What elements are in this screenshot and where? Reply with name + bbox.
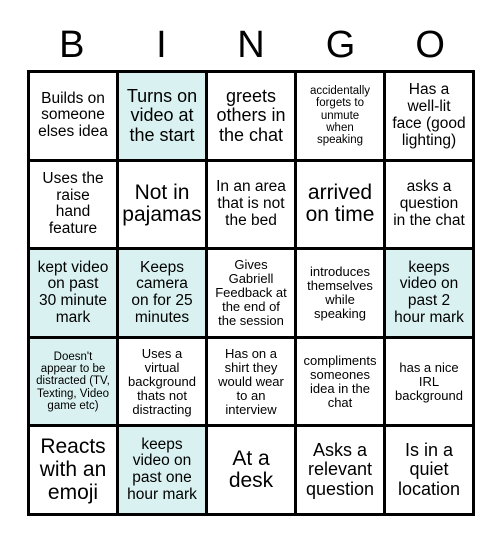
bingo-cell[interactable]: At a desk (208, 427, 297, 516)
bingo-cell-label: Uses a virtual background thats not dist… (128, 345, 196, 417)
bingo-cell-label: Uses the raise hand feature (42, 169, 104, 238)
bingo-cell-label: greets others in the chat (216, 85, 286, 145)
bingo-cell-label: Is in a quiet location (397, 440, 461, 499)
bingo-cell[interactable]: accidentally forgets to unmute when spea… (297, 73, 386, 162)
bingo-cell[interactable]: Gives Gabriell Feedback at the end of th… (208, 250, 297, 339)
bingo-cell[interactable]: asks a question in the chat (386, 161, 475, 251)
bingo-cell-label: accidentally forgets to unmute when spea… (309, 84, 371, 147)
bingo-cell[interactable]: Not in pajamas (119, 161, 208, 251)
bingo-cell-label: In an area that is not the bed (216, 178, 286, 229)
bingo-card: B I N G O Builds on someone elses idea Tu… (0, 0, 501, 544)
bingo-cell[interactable]: Asks a relevant question (297, 427, 386, 516)
bingo-cell[interactable]: Doesn't appear to be distracted (TV, Tex… (30, 338, 119, 428)
bingo-cell[interactable]: Uses a virtual background thats not dist… (119, 338, 208, 428)
bingo-cell-label: Builds on someone elses idea (38, 89, 108, 141)
bingo-cell-label: At a desk (228, 446, 274, 493)
bingo-cell[interactable]: Is in a quiet location (386, 427, 475, 516)
bingo-cell[interactable]: arrived on time (297, 161, 386, 251)
bingo-cell[interactable]: compliments someones idea in the chat (297, 338, 386, 428)
bingo-cell-label: kept video on past 30 minute mark (37, 258, 109, 326)
bingo-cell[interactable]: kept video on past 30 minute mark (30, 250, 119, 339)
bingo-cell-label: Turns on video at the start (126, 85, 198, 145)
bingo-cell[interactable]: Builds on someone elses idea (30, 73, 119, 162)
bingo-cell-label: Reacts with an emoji (39, 435, 107, 504)
bingo-cell[interactable]: Keeps camera on for 25 minutes (119, 250, 208, 339)
bingo-cell-label: has a nice IRL background (395, 359, 463, 403)
bingo-cell-label: keeps video on past 2 hour mark (394, 258, 464, 326)
bingo-cell[interactable]: Has on a shirt they would wear to an int… (208, 338, 297, 428)
bingo-cell[interactable]: introduces themselves while speaking (297, 250, 386, 339)
bingo-cell-label: Has on a shirt they would wear to an int… (218, 345, 284, 417)
bingo-cell-label: Gives Gabriell Feedback at the end of th… (215, 256, 287, 329)
bingo-cell-label: asks a question in the chat (393, 178, 465, 229)
bingo-cell-label: arrived on time (305, 180, 375, 227)
bingo-cell-label: Not in pajamas (122, 180, 202, 227)
bingo-cell-label: introduces themselves while speaking (307, 263, 373, 322)
bingo-header-letter-n: N (237, 24, 265, 66)
bingo-cell-label: Has a well-lit face (good lighting) (392, 81, 466, 149)
bingo-cell-label: Doesn't appear to be distracted (TV, Tex… (36, 350, 110, 413)
bingo-cell-label: keeps video on past one hour mark (127, 435, 197, 503)
bingo-cell[interactable]: Has a well-lit face (good lighting) (386, 73, 475, 162)
bingo-cell[interactable]: has a nice IRL background (386, 338, 475, 428)
bingo-cell-label: Keeps camera on for 25 minutes (131, 258, 193, 326)
bingo-header-letter-i: I (156, 24, 167, 66)
bingo-cell[interactable]: keeps video on past 2 hour mark (386, 250, 475, 339)
bingo-cell-label: compliments someones idea in the chat (303, 352, 377, 410)
bingo-cell[interactable]: In an area that is not the bed (208, 161, 297, 251)
bingo-header: B I N G O (27, 22, 475, 68)
bingo-cell[interactable]: Reacts with an emoji (30, 427, 119, 516)
bingo-header-letter-o: O (415, 24, 445, 66)
bingo-grid: Builds on someone elses idea Turns on vid… (27, 70, 475, 516)
bingo-cell[interactable]: keeps video on past one hour mark (119, 427, 208, 516)
bingo-header-letter-g: G (325, 24, 356, 66)
bingo-cell[interactable]: greets others in the chat (208, 73, 297, 162)
bingo-cell-label: Asks a relevant question (305, 440, 375, 499)
bingo-header-letter-b: B (59, 24, 85, 66)
bingo-cell[interactable]: Uses the raise hand feature (30, 161, 119, 251)
bingo-cell[interactable]: Turns on video at the start (119, 73, 208, 162)
